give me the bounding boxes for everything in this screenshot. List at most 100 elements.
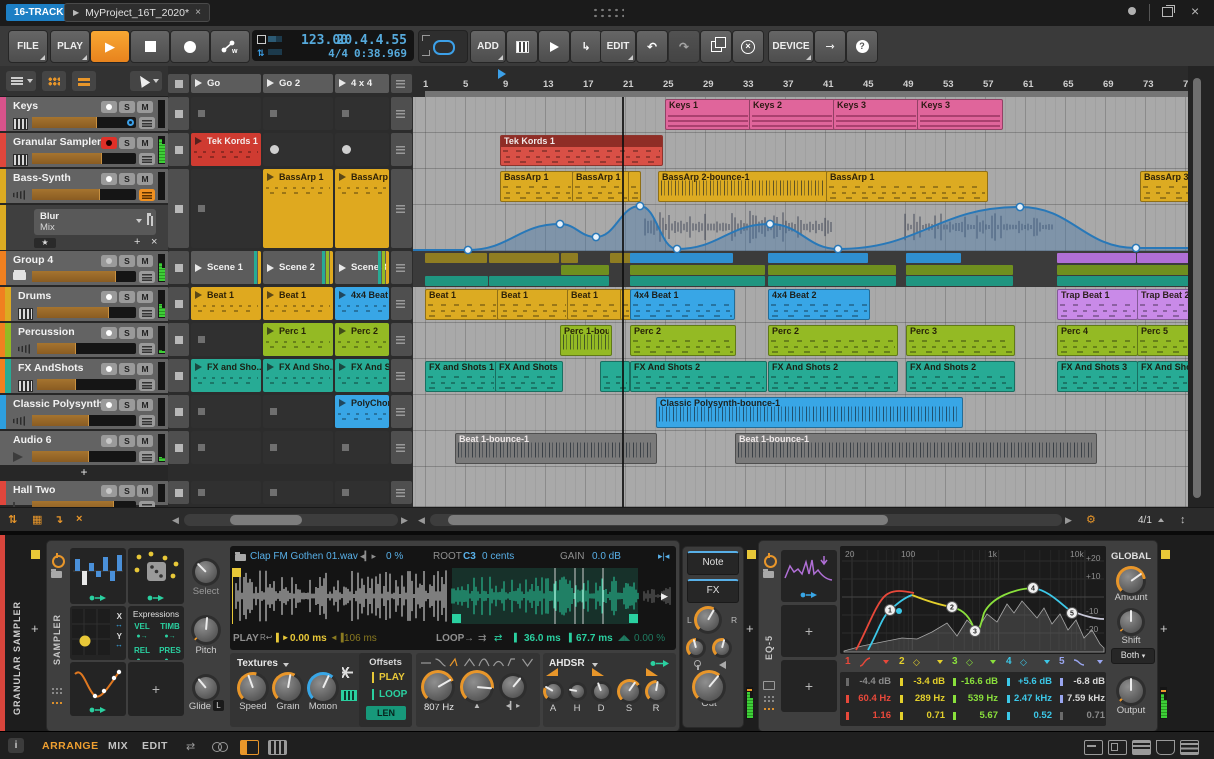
remove-automation-lane-button[interactable]: ×	[151, 236, 157, 248]
eq-band-2-q[interactable]: 0.71	[897, 709, 949, 723]
track-name[interactable]: FX AndShots	[18, 362, 84, 374]
scene-menu-button[interactable]	[391, 133, 412, 166]
eq-band-node-4[interactable]: 4	[1027, 582, 1039, 594]
arranger-clip-beat-1[interactable]: Beat 1	[567, 289, 622, 320]
solo-button[interactable]: S	[119, 327, 135, 339]
automation-node[interactable]	[591, 232, 601, 242]
track-menu-button[interactable]	[139, 153, 155, 165]
arranger-clip-trap-beat-1[interactable]: Trap Beat 1	[1057, 289, 1138, 320]
env-s-knob[interactable]	[616, 678, 642, 704]
undo-button[interactable]: ↶	[636, 30, 668, 63]
playback-follow-icon[interactable]: ⇅	[8, 513, 17, 526]
arranger-clip-fx-and-shot[interactable]: FX And Shot	[1137, 361, 1188, 392]
volume-fader[interactable]	[37, 379, 136, 390]
loop-pingpong-icon[interactable]: ⇄	[494, 633, 502, 644]
eq-band-4-selector[interactable]: 4 ◇	[1004, 656, 1056, 670]
launcher-clip-tek-kords-1[interactable]: Tek Kords 1	[191, 133, 261, 166]
automation-node[interactable]	[1131, 243, 1141, 253]
arranger-clip-perc-5[interactable]: Perc 5	[1137, 325, 1188, 356]
play-start-marker[interactable]	[498, 69, 506, 79]
play-start-handle[interactable]	[232, 568, 241, 577]
empty-clip-slot[interactable]	[263, 395, 333, 428]
arranger-timeline[interactable]: Keys 1 Keys 2 Keys 3 Keys 3 Tek Kords 1 BassA…	[413, 97, 1188, 507]
track-keys[interactable]: Keys S M	[0, 97, 168, 131]
track-audio-6[interactable]: Audio 6 SM	[0, 431, 168, 465]
volume-fader[interactable]	[37, 343, 136, 354]
grain-shape-6[interactable]	[492, 660, 505, 667]
track-menu-button[interactable]	[139, 379, 155, 391]
sample-preview-play-icon[interactable]: ▶	[661, 591, 668, 602]
eq-band-node-1[interactable]: 1	[884, 604, 896, 616]
eq5-modulators-icon[interactable]	[763, 707, 774, 711]
arranger-clip-keys-1[interactable]: Keys 1	[665, 99, 751, 130]
eq5-expand-icon[interactable]	[763, 681, 775, 690]
studio-io-panel-icon[interactable]	[1084, 740, 1103, 755]
loop-off-icon[interactable]: →	[464, 633, 474, 644]
file-menu-button[interactable]: FILE	[8, 30, 48, 63]
arranger-scroll-left[interactable]: ◀	[418, 515, 425, 526]
launcher-clip-fx-and-sho[interactable]: FX and Sho...	[191, 359, 261, 392]
env-a-knob[interactable]	[542, 680, 564, 702]
pool-panel-icon[interactable]	[1156, 740, 1175, 755]
arranger-clip-perc-2[interactable]: Perc 2	[768, 325, 898, 356]
arranger-clip-fx-and-shots-2[interactable]: FX And Shots 2	[630, 361, 767, 392]
automation-write-button[interactable]: w	[210, 30, 250, 63]
clip-stop-button[interactable]	[168, 481, 189, 504]
volume-fader[interactable]	[32, 153, 136, 164]
scene-header-go-2[interactable]: Go 2	[263, 74, 333, 93]
eq-band-node-3[interactable]: 3	[969, 625, 981, 637]
automation-node[interactable]	[463, 245, 473, 255]
empty-clip-slot[interactable]	[335, 481, 389, 504]
group-lane-segment[interactable]	[768, 253, 868, 263]
empty-clip-slot[interactable]	[191, 431, 261, 464]
track-menu-button[interactable]	[139, 117, 155, 129]
launcher-clip-4x4-beat-1[interactable]: 4x4 Beat 1	[335, 287, 389, 320]
group-lane-segment[interactable]	[561, 253, 578, 263]
track-name[interactable]: Group 4	[13, 254, 53, 266]
grain-shape-3[interactable]	[449, 657, 458, 667]
group-lane-segment[interactable]	[1137, 253, 1188, 263]
group-lane-segment[interactable]	[630, 253, 733, 263]
volume-fader[interactable]	[32, 415, 136, 426]
tab-edit[interactable]: EDIT	[142, 740, 168, 752]
clip-play-icon[interactable]	[195, 137, 202, 145]
envelope-follower-modulator[interactable]	[781, 550, 837, 602]
eq-band-1-freq[interactable]: 60.4 Hz	[843, 692, 895, 706]
group-lane-segment[interactable]	[630, 264, 765, 275]
solo-button[interactable]: S	[119, 363, 135, 375]
envelope-mod-arrow-icon[interactable]	[650, 659, 670, 668]
clip-play-icon[interactable]	[195, 291, 202, 299]
arranger-clip-trap-beat-2[interactable]: Trap Beat 2	[1137, 289, 1188, 320]
track-name[interactable]: Percussion	[18, 326, 75, 338]
punch-out-icon[interactable]	[422, 50, 430, 56]
add-track-button[interactable]: +	[0, 466, 168, 479]
close-window-button[interactable]: ×	[1191, 3, 1199, 19]
expressions-modulator[interactable]: ExpressionsVEL●→TIMB●→REL●→PRES●→	[128, 606, 184, 660]
track-percussion[interactable]: Percussion S M	[0, 323, 168, 357]
arm-button[interactable]	[101, 399, 117, 411]
track-name[interactable]: Keys	[13, 100, 38, 112]
mute-button[interactable]: M	[137, 255, 153, 267]
group-scene-scene-2[interactable]: Scene 2	[263, 251, 333, 284]
volume-fader[interactable]	[32, 451, 136, 462]
help-button[interactable]: ?	[846, 30, 878, 63]
arm-button[interactable]	[101, 363, 117, 375]
eq-band-node-2[interactable]: 2	[946, 601, 958, 613]
add-device-button[interactable]: +	[1160, 621, 1168, 636]
launcher-view-button[interactable]	[42, 71, 66, 91]
scene-mode-icon[interactable]: ▦	[32, 513, 42, 526]
empty-clip-slot[interactable]	[335, 431, 389, 464]
clip-stop-button[interactable]	[168, 431, 189, 464]
delete-button[interactable]: ×	[732, 30, 764, 63]
play-menu-button[interactable]: PLAY	[50, 30, 90, 63]
add-instrument-track-button[interactable]	[506, 30, 538, 63]
group-lane-segment[interactable]	[561, 264, 609, 275]
sampler-remote-controls-icon[interactable]	[51, 687, 62, 694]
eq-band-3-q[interactable]: 5.67	[950, 709, 1002, 723]
grain-shape-4[interactable]	[464, 657, 475, 667]
automation-node[interactable]	[833, 244, 843, 254]
duplicate-button[interactable]	[700, 30, 732, 63]
sample-start-value[interactable]: 0.00 ms	[290, 633, 327, 644]
time-display[interactable]: 0:38.969	[312, 47, 407, 60]
loop-toggle-icon[interactable]	[433, 40, 455, 55]
